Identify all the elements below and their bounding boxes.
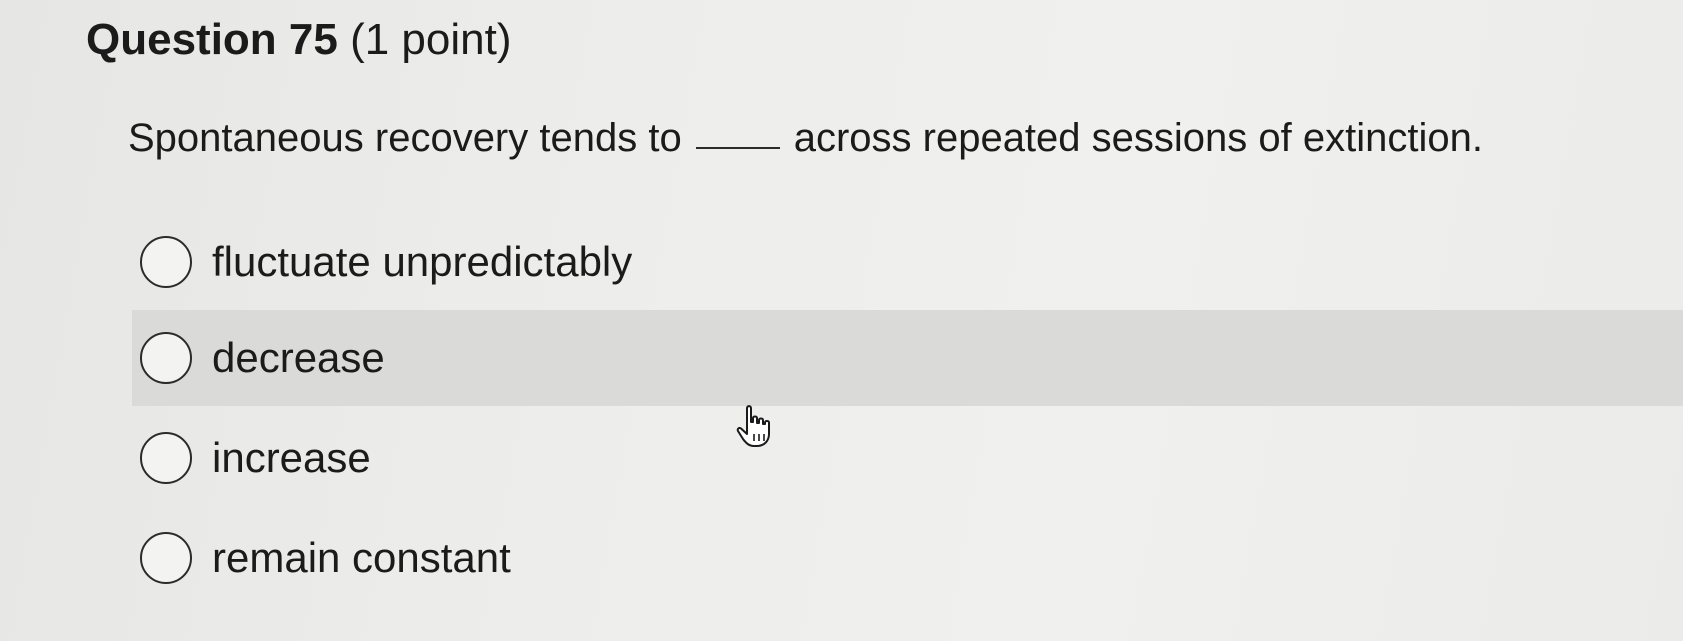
radio-button[interactable]	[140, 236, 192, 288]
question-points: (1 point)	[350, 15, 512, 64]
question-number: Question 75	[86, 15, 338, 64]
prompt-text-after: across repeated sessions of extinction.	[793, 116, 1483, 160]
radio-button[interactable]	[140, 532, 192, 584]
answer-option-fluctuate-unpredictably[interactable]: fluctuate unpredictably	[132, 214, 1683, 310]
answer-option-label: fluctuate unpredictably	[212, 238, 633, 285]
radio-button[interactable]	[140, 432, 192, 484]
answer-option-increase[interactable]: increase	[132, 410, 1683, 506]
fill-in-blank	[695, 147, 780, 149]
answer-option-label: decrease	[212, 334, 385, 381]
hand-pointer-icon	[736, 405, 770, 447]
answer-option-remain-constant[interactable]: remain constant	[132, 510, 1683, 606]
prompt-text-before: Spontaneous recovery tends to	[128, 116, 682, 160]
question-prompt: Spontaneous recovery tends to across repe…	[128, 110, 1483, 166]
answer-option-label: increase	[212, 434, 371, 481]
answer-option-decrease[interactable]: decrease	[132, 310, 1683, 406]
radio-button[interactable]	[140, 332, 192, 384]
question-title: Question 75 (1 point)	[86, 10, 512, 70]
answer-option-label: remain constant	[212, 534, 511, 581]
